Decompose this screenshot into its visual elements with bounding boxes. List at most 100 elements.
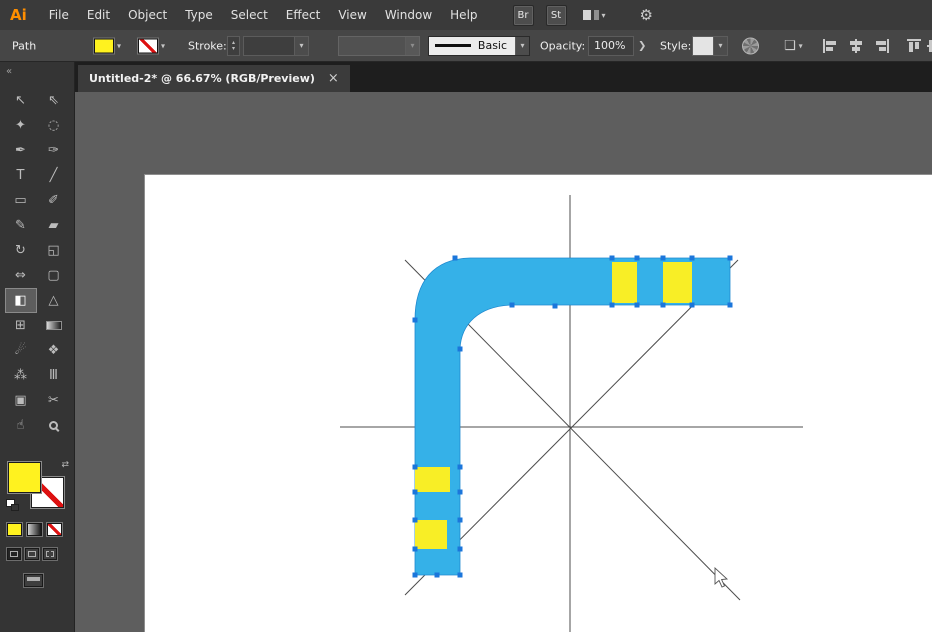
fill-swatch[interactable]: [94, 38, 114, 53]
opacity-panel-chevron-icon[interactable]: ❯: [638, 40, 646, 51]
anchor-point[interactable]: [661, 256, 666, 261]
arrange-documents-button[interactable]: ▾: [583, 10, 606, 20]
stroke-color-control[interactable]: ▾: [138, 38, 165, 53]
none-button[interactable]: [47, 523, 62, 536]
anchor-point[interactable]: [690, 256, 695, 261]
zoom-tool[interactable]: [39, 414, 69, 437]
stepper-down-icon[interactable]: ▾: [232, 46, 235, 52]
rectangle-tool[interactable]: ▭: [6, 189, 36, 212]
opacity-input[interactable]: 100%: [588, 36, 634, 56]
align-vcenter-button[interactable]: [926, 38, 932, 54]
anchor-point[interactable]: [453, 256, 458, 261]
pencil-tool[interactable]: ✎: [6, 214, 36, 237]
mesh-tool[interactable]: ⊞: [6, 314, 36, 337]
align-left-button[interactable]: [822, 38, 838, 54]
canvas-area[interactable]: [75, 92, 932, 632]
free-transform-tool[interactable]: ▢: [39, 264, 69, 287]
anchor-point[interactable]: [458, 490, 463, 495]
gradient-button[interactable]: [27, 523, 42, 536]
color-wheel-icon[interactable]: [742, 37, 759, 54]
chevron-down-icon[interactable]: ▾: [161, 41, 165, 50]
menu-file[interactable]: File: [40, 8, 78, 22]
artboard-tool[interactable]: ▣: [6, 389, 36, 412]
width-tool[interactable]: ⇔: [6, 264, 36, 287]
chevron-down-icon[interactable]: ▾: [713, 37, 727, 55]
yellow-band[interactable]: [415, 520, 447, 549]
align-top-button[interactable]: [906, 38, 922, 54]
symbol-sprayer-tool[interactable]: ⁂: [6, 364, 36, 387]
menu-effect[interactable]: Effect: [277, 8, 330, 22]
chevron-down-icon[interactable]: ▾: [117, 41, 121, 50]
menu-select[interactable]: Select: [222, 8, 277, 22]
anchor-point[interactable]: [413, 573, 418, 578]
stroke-weight-stepper[interactable]: ▴▾: [227, 36, 240, 56]
panel-menu-button[interactable]: ❏ ▾: [784, 39, 803, 52]
color-button[interactable]: [7, 523, 22, 536]
menu-type[interactable]: Type: [176, 8, 222, 22]
paintbrush-tool[interactable]: ✐: [39, 189, 69, 212]
align-center-button[interactable]: [848, 38, 864, 54]
yellow-band[interactable]: [415, 467, 450, 492]
draw-behind-button[interactable]: [25, 548, 39, 560]
anchor-point[interactable]: [728, 256, 733, 261]
graphic-style-select[interactable]: ▾: [692, 36, 728, 56]
bridge-button[interactable]: Br: [513, 5, 534, 26]
anchor-point[interactable]: [458, 518, 463, 523]
blend-tool[interactable]: ❖: [39, 339, 69, 362]
anchor-point[interactable]: [635, 303, 640, 308]
swap-fill-stroke-icon[interactable]: ⇄: [61, 460, 69, 470]
pipe-shape[interactable]: [415, 258, 730, 575]
menu-window[interactable]: Window: [376, 8, 441, 22]
anchor-point[interactable]: [458, 547, 463, 552]
curvature-tool[interactable]: ✑: [39, 139, 69, 162]
chevron-down-icon[interactable]: ▾: [515, 37, 529, 55]
anchor-point[interactable]: [553, 304, 558, 309]
direct-selection-tool[interactable]: ⇖: [39, 89, 69, 112]
type-tool[interactable]: T: [6, 164, 36, 187]
yellow-band[interactable]: [663, 262, 692, 303]
eraser-tool[interactable]: ▰: [39, 214, 69, 237]
anchor-point[interactable]: [635, 256, 640, 261]
anchor-point[interactable]: [510, 303, 515, 308]
selection-tool[interactable]: ↖: [6, 89, 36, 112]
anchor-point[interactable]: [661, 303, 666, 308]
eyedropper-tool[interactable]: ☄: [6, 339, 36, 362]
anchor-point[interactable]: [413, 547, 418, 552]
anchor-point[interactable]: [435, 573, 440, 578]
rotate-tool[interactable]: ↻: [6, 239, 36, 262]
anchor-point[interactable]: [413, 518, 418, 523]
chevron-down-icon[interactable]: ▾: [294, 37, 308, 55]
scale-tool[interactable]: ◱: [39, 239, 69, 262]
magic-wand-tool[interactable]: ✦: [6, 114, 36, 137]
menu-edit[interactable]: Edit: [78, 8, 119, 22]
default-fill-stroke-icon[interactable]: [6, 499, 19, 511]
fill-proxy-swatch[interactable]: [8, 462, 41, 493]
slice-tool[interactable]: ✂: [39, 389, 69, 412]
document-tab[interactable]: Untitled-2* @ 66.67% (RGB/Preview) ×: [78, 65, 350, 92]
anchor-point[interactable]: [610, 256, 615, 261]
collapse-panel-icon[interactable]: «: [6, 66, 11, 77]
anchor-point[interactable]: [458, 465, 463, 470]
menu-help[interactable]: Help: [441, 8, 486, 22]
stroke-none-swatch[interactable]: [138, 38, 158, 53]
stroke-weight-select[interactable]: ▾: [243, 36, 309, 56]
brush-definition-select[interactable]: Basic ▾: [428, 36, 530, 56]
anchor-point[interactable]: [458, 573, 463, 578]
anchor-point[interactable]: [728, 303, 733, 308]
anchor-point[interactable]: [413, 318, 418, 323]
screen-mode-button[interactable]: [24, 574, 43, 587]
fill-color-control[interactable]: ▾: [94, 38, 121, 53]
draw-normal-button[interactable]: [7, 548, 21, 560]
perspective-grid-tool[interactable]: △: [39, 289, 69, 312]
hand-tool[interactable]: ☝: [6, 414, 36, 437]
pen-tool[interactable]: ✒: [6, 139, 36, 162]
anchor-point[interactable]: [458, 347, 463, 352]
anchor-point[interactable]: [690, 303, 695, 308]
column-graph-tool[interactable]: Ⅲ: [39, 364, 69, 387]
yellow-band[interactable]: [612, 262, 637, 303]
draw-inside-button[interactable]: [43, 548, 57, 560]
menu-object[interactable]: Object: [119, 8, 176, 22]
close-icon[interactable]: ×: [328, 71, 339, 86]
line-segment-tool[interactable]: ╱: [39, 164, 69, 187]
gradient-tool[interactable]: [39, 314, 69, 337]
